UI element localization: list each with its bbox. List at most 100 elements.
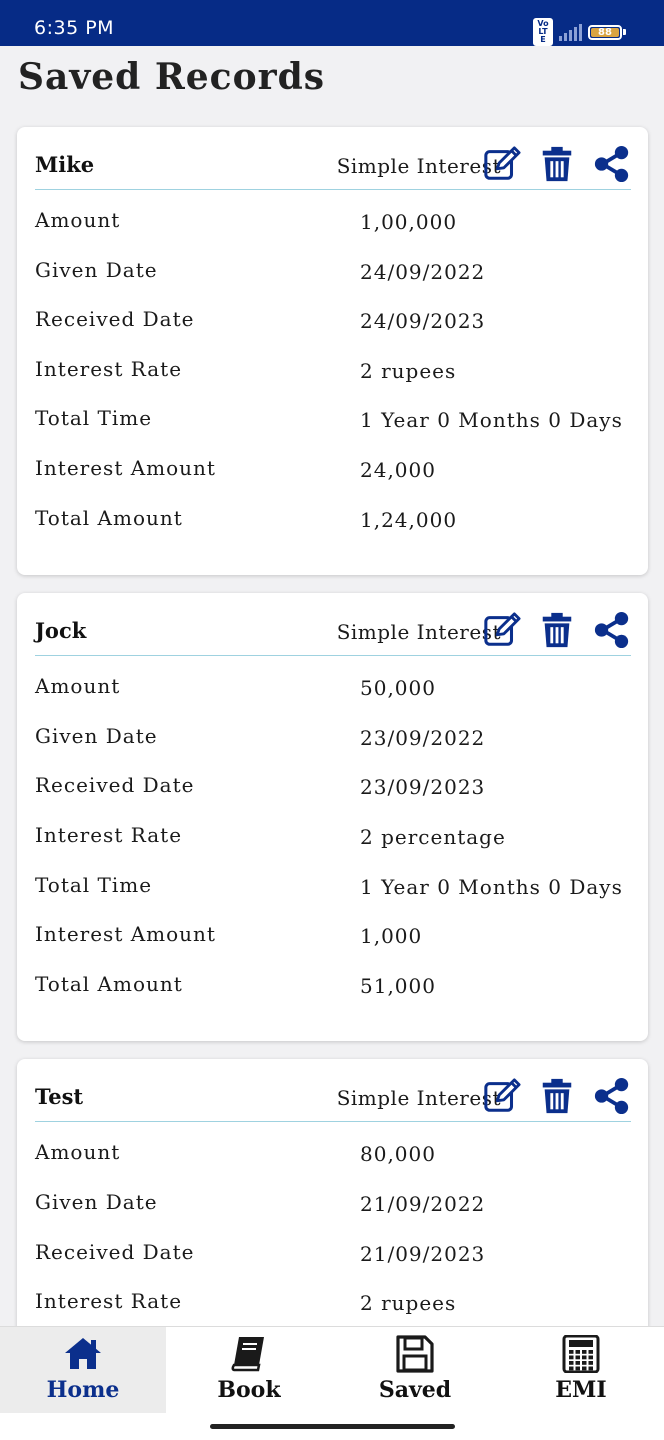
record-card-header: Mike Simple Interest [35,127,631,190]
status-time: 6:35 PM [34,17,115,39]
detail-value: 24,000 [360,457,436,482]
detail-label: Received Date [35,1239,195,1264]
nav-item-saved[interactable]: Saved [332,1327,498,1414]
detail-label: Received Date [35,773,195,798]
detail-row: Interest Amount 1,000 [35,922,631,972]
edit-icon[interactable] [483,145,521,183]
detail-row: Amount 80,000 [35,1140,631,1190]
detail-value: 23/09/2022 [360,725,486,750]
detail-row: Total Time 1 Year 0 Months 0 Days [35,873,631,923]
detail-label: Total Time [35,872,153,897]
record-card: Test Simple Interest Amount 80,000 Given Dat… [17,1059,648,1360]
share-icon[interactable] [593,611,631,649]
detail-row: Total Time 1 Year 0 Months 0 Days [35,406,631,456]
detail-value: 1 Year 0 Months 0 Days [360,408,623,433]
signal-icon [559,23,582,41]
delete-trash-icon[interactable] [538,611,576,649]
record-name: Mike [35,152,95,177]
record-actions [483,1077,631,1115]
detail-value: 21/09/2022 [360,1191,486,1216]
record-card: Mike Simple Interest Amount 1,00,000 Given D… [17,127,648,576]
volte-badge-icon: Vo LTE [533,18,553,46]
record-details: Amount 1,00,000 Given Date 24/09/2022 Receiv… [35,190,631,575]
share-icon[interactable] [593,145,631,183]
delete-trash-icon[interactable] [538,1077,576,1115]
detail-value: 21/09/2023 [360,1241,486,1266]
detail-value: 1,24,000 [360,507,458,532]
detail-label: Interest Amount [35,922,216,947]
record-details: Amount 50,000 Given Date 23/09/2022 Received… [35,656,631,1041]
detail-value: 23/09/2023 [360,775,486,800]
detail-row: Interest Rate 2 percentage [35,823,631,873]
detail-row: Given Date 23/09/2022 [35,724,631,774]
share-icon[interactable] [593,1077,631,1115]
detail-value: 80,000 [360,1142,436,1167]
edit-icon[interactable] [483,1077,521,1115]
detail-row: Received Date 21/09/2023 [35,1240,631,1290]
status-indicators: Vo LTE 88 [533,18,626,46]
record-type: Simple Interest [336,1086,501,1111]
nav-item-book[interactable]: Book [166,1327,332,1414]
record-name: Jock [35,618,87,644]
detail-label: Given Date [35,723,158,748]
record-name: Test [35,1084,84,1110]
record-type: Simple Interest [336,620,501,645]
bottom-nav: Home Book Saved EMI [0,1326,664,1414]
record-type: Simple Interest [336,154,501,178]
detail-label: Given Date [35,1189,158,1214]
battery-icon: 88 [588,24,626,40]
record-card-header: Jock Simple Interest [35,593,631,657]
nav-item-home[interactable]: Home [0,1327,166,1414]
nav-label: Book [217,1377,281,1403]
nav-label: EMI [555,1377,607,1403]
detail-label: Given Date [35,257,158,282]
edit-icon[interactable] [483,611,521,649]
detail-row: Total Amount 51,000 [35,972,631,1022]
record-card-header: Test Simple Interest [35,1059,631,1123]
detail-value: 2 rupees [360,358,457,383]
detail-label: Interest Rate [35,1289,183,1314]
detail-row: Interest Amount 24,000 [35,456,631,506]
nav-label: Saved [378,1377,452,1403]
detail-value: 24/09/2022 [360,259,486,284]
detail-value: 2 rupees [360,1291,457,1316]
record-card: Jock Simple Interest Amount 50,000 Given Dat… [17,593,648,1042]
detail-row: Given Date 24/09/2022 [35,258,631,308]
detail-label: Amount [35,208,121,232]
detail-label: Interest Amount [35,455,216,480]
home-indicator[interactable] [210,1424,455,1429]
save-icon [395,1335,435,1373]
records-list: Mike Simple Interest Amount 1,00,000 Given D… [17,127,648,1377]
detail-value: 51,000 [360,973,436,998]
detail-row: Interest Rate 2 rupees [35,357,631,407]
detail-row: Received Date 24/09/2023 [35,307,631,357]
nav-item-emi[interactable]: EMI [498,1327,664,1414]
status-bar: 6:35 PM Vo LTE 88 [0,0,664,46]
detail-row: Given Date 21/09/2022 [35,1190,631,1240]
detail-label: Amount [35,1140,121,1165]
detail-value: 1,000 [360,924,423,949]
page-title: Saved Records [18,56,326,98]
detail-row: Amount 1,00,000 [35,208,631,258]
battery-level: 88 [591,27,619,37]
home-icon [63,1335,103,1373]
detail-label: Amount [35,674,121,699]
record-actions [483,611,631,649]
detail-label: Total Time [35,406,153,431]
book-icon [229,1335,269,1373]
detail-label: Interest Rate [35,356,183,381]
detail-label: Total Amount [35,505,183,530]
record-details: Amount 80,000 Given Date 21/09/2022 Received… [35,1122,631,1358]
delete-trash-icon[interactable] [538,145,576,183]
detail-value: 2 percentage [360,824,506,849]
detail-value: 50,000 [360,676,436,701]
detail-label: Received Date [35,307,195,332]
nav-label: Home [46,1377,120,1403]
detail-row: Amount 50,000 [35,674,631,724]
detail-value: 1,00,000 [360,210,458,234]
record-actions [483,145,631,183]
detail-label: Interest Rate [35,822,183,847]
detail-row: Total Amount 1,24,000 [35,506,631,556]
detail-label: Total Amount [35,971,183,996]
detail-value: 1 Year 0 Months 0 Days [360,874,623,899]
